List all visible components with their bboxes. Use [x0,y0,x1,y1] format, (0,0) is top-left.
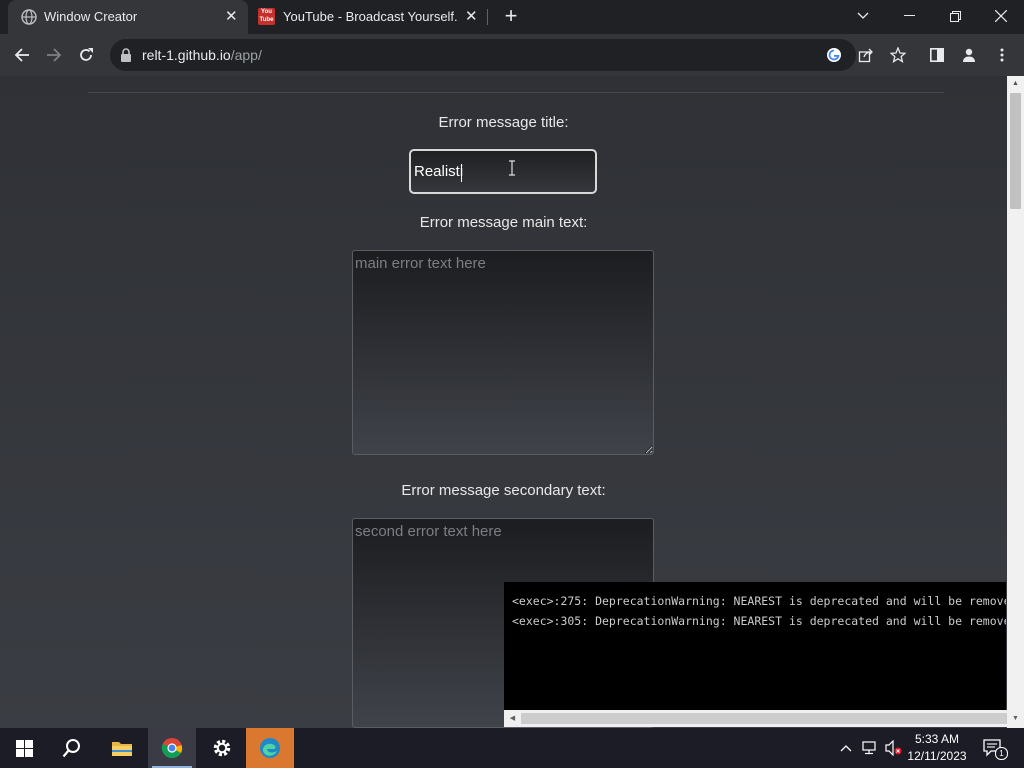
close-icon[interactable]: ✕ [225,9,238,24]
tab-youtube[interactable]: You Tube YouTube - Broadcast Yourself. ✕ [250,0,486,34]
page-scrollbar[interactable]: ▲ ▼ [1007,76,1024,728]
scroll-down-arrow-icon[interactable]: ▼ [1007,710,1024,727]
lock-icon[interactable] [120,48,132,62]
notification-count-badge: 1 [995,747,1008,760]
console-line: <exec>:305: DeprecationWarning: NEAREST … [512,614,1006,628]
console-line: <exec>:275: DeprecationWarning: NEAREST … [512,594,1006,608]
back-arrow-icon[interactable] [9,42,35,68]
tab-window-creator[interactable]: Window Creator ✕ [8,0,248,34]
scroll-left-arrow-icon[interactable]: ◀ [504,710,521,727]
network-icon[interactable] [860,738,880,758]
search-icon[interactable] [48,728,96,768]
clock-date: 12/11/2023 [907,749,967,763]
chevron-up-icon[interactable] [836,738,856,758]
scrollbar-thumb[interactable] [1010,93,1021,209]
restore-icon[interactable] [932,0,978,32]
plus-icon[interactable]: + [500,5,522,27]
title-label: Error message title: [438,114,569,131]
secondary-text-label: Error message secondary text: [401,482,606,499]
url-path: /app/ [230,47,262,63]
clock-time: 5:33 AM [914,732,960,746]
tab-title: Window Creator [44,9,138,24]
youtube-icon: You Tube [258,8,275,25]
system-clock[interactable]: 5:33 AM 12/11/2023 [902,731,972,765]
chrome-icon[interactable] [148,728,196,768]
chevron-down-icon[interactable] [840,0,886,32]
title-input[interactable] [409,149,597,194]
profile-icon[interactable] [956,42,982,68]
main-text-label: Error message main text: [419,214,588,231]
address-bar[interactable]: relt-1.github.io/app/ [110,39,906,71]
console-window: <exec>:275: DeprecationWarning: NEAREST … [504,582,1006,710]
star-icon[interactable] [888,45,908,65]
volume-muted-icon[interactable] [884,738,904,758]
notification-icon[interactable]: 1 [982,738,1008,760]
google-icon[interactable] [824,45,844,65]
minimize-icon[interactable] [886,0,932,32]
taskbar: 5:33 AM 12/11/2023 1 [0,728,1024,768]
url-text: relt-1.github.io/app/ [142,47,262,63]
kebab-menu-icon[interactable] [989,42,1015,68]
share-icon[interactable] [856,45,876,65]
side-panel-icon[interactable] [924,42,950,68]
tab-title: YouTube - Broadcast Yourself. [283,9,458,24]
file-explorer-icon[interactable] [98,728,146,768]
globe-icon [21,9,37,25]
browser-toolbar: relt-1.github.io/app/ [0,34,1024,76]
edge-icon[interactable] [246,728,294,768]
settings-gear-icon[interactable] [198,728,246,768]
reload-icon[interactable] [73,42,99,68]
scroll-up-arrow-icon[interactable]: ▲ [1007,76,1024,92]
text-caret [461,164,462,182]
close-icon[interactable]: ✕ [465,9,478,24]
url-host: relt-1.github.io [142,47,231,63]
browser-tab-strip: Window Creator ✕ You Tube YouTube - Broa… [0,0,1024,34]
tab-divider [487,9,488,25]
main-text-textarea[interactable] [352,250,654,455]
scrollbar-thumb[interactable] [521,713,1007,724]
text-cursor-icon [509,160,515,176]
divider [88,92,944,93]
forward-arrow-icon[interactable] [41,42,67,68]
console-horizontal-scrollbar[interactable]: ◀ ▼ [504,710,1024,727]
close-window-icon[interactable] [978,0,1024,32]
windows-start-icon[interactable] [0,728,48,768]
